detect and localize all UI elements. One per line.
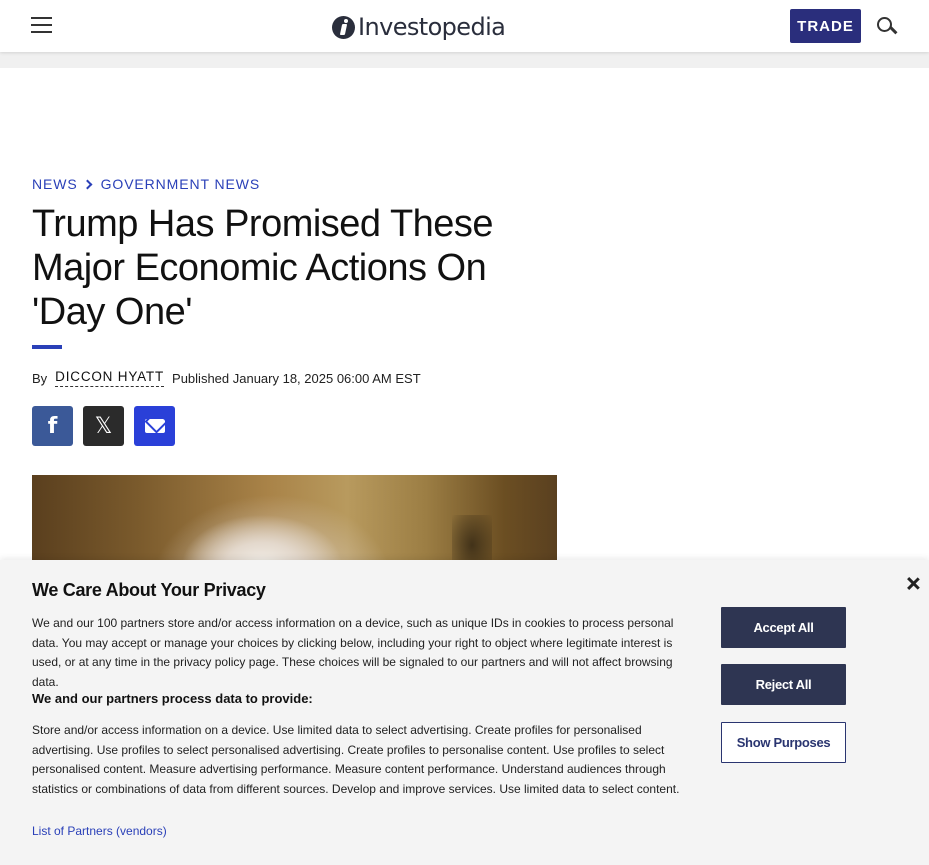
breadcrumb: NEWS GOVERNMENT NEWS	[32, 176, 260, 192]
close-icon[interactable]	[905, 576, 921, 592]
facebook-icon: f	[47, 413, 58, 439]
site-header: Investopedia TRADE	[0, 0, 929, 52]
x-share-button[interactable]: 𝕏	[83, 406, 124, 446]
consent-subheading: We and our partners process data to prov…	[32, 691, 313, 706]
mail-icon	[144, 419, 165, 433]
logo-text: Investopedia	[358, 13, 506, 41]
trade-button[interactable]: TRADE	[790, 9, 861, 43]
byline: By DICCON HYATT Published January 18, 20…	[32, 369, 421, 387]
site-logo[interactable]: Investopedia	[332, 12, 506, 42]
chevron-right-icon	[82, 179, 93, 189]
hamburger-menu-icon[interactable]	[31, 16, 53, 36]
accept-all-button[interactable]: Accept All	[721, 607, 846, 648]
consent-purposes-text: Store and/or access information on a dev…	[32, 723, 680, 796]
by-label: By	[32, 370, 48, 386]
article-title: Trump Has Promised These Major Economic …	[32, 203, 494, 333]
breadcrumb-government-news[interactable]: GOVERNMENT NEWS	[101, 176, 260, 192]
breadcrumb-news[interactable]: NEWS	[32, 176, 78, 192]
partners-list-link[interactable]: List of Partners (vendors)	[32, 824, 167, 838]
title-divider	[32, 345, 62, 349]
article-hero-image	[32, 475, 557, 565]
facebook-share-button[interactable]: f	[32, 406, 73, 446]
x-icon: 𝕏	[94, 413, 113, 439]
reject-all-button[interactable]: Reject All	[721, 664, 846, 705]
search-icon[interactable]	[876, 16, 898, 38]
consent-body-text: We and our 100 partners store and/or acc…	[32, 616, 674, 689]
show-purposes-button[interactable]: Show Purposes	[721, 722, 846, 763]
author-link[interactable]: DICCON HYATT	[55, 369, 165, 387]
consent-title: We Care About Your Privacy	[32, 580, 266, 600]
published-date: Published January 18, 2025 06:00 AM EST	[172, 370, 421, 386]
ad-banner-placeholder	[0, 52, 929, 68]
privacy-consent-banner: We Care About Your Privacy We and our 10…	[0, 560, 929, 865]
logo-mark-icon	[332, 15, 355, 39]
email-share-button[interactable]	[134, 406, 175, 446]
share-buttons: f 𝕏	[32, 406, 175, 446]
